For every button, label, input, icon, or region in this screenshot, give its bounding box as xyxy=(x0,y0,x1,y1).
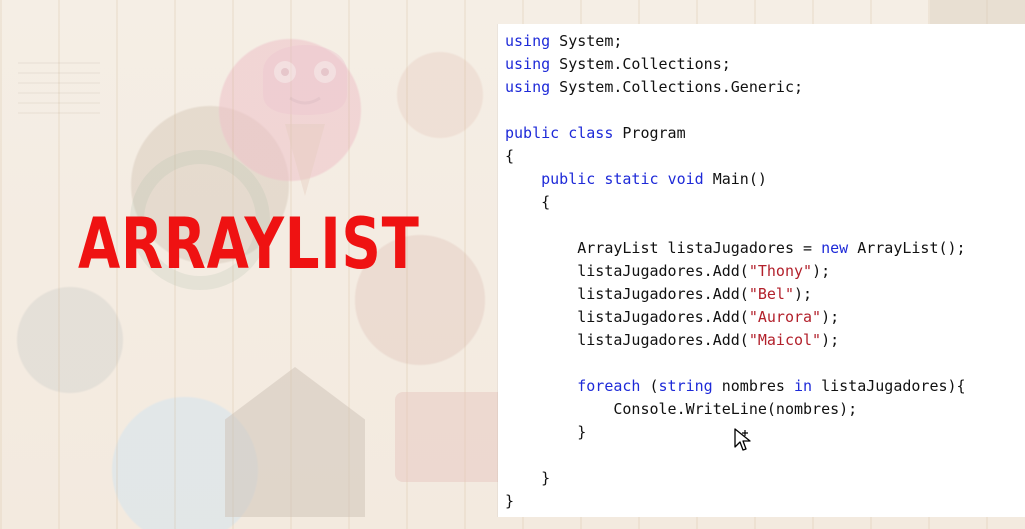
code-text: listaJugadores.Add( xyxy=(505,331,749,349)
code-text: listaJugadores.Add( xyxy=(505,308,749,326)
code-text: ArrayList listaJugadores = xyxy=(505,239,822,257)
code-text: System; xyxy=(550,32,623,50)
page-title: ARRAYLIST xyxy=(78,203,420,285)
code-string: "Maicol" xyxy=(748,331,822,349)
code-line: { xyxy=(505,191,966,214)
code-text: } xyxy=(505,423,587,441)
code-text: Console.WriteLine(nombres); xyxy=(505,400,858,418)
code-line: public class Program xyxy=(505,122,966,145)
code-text: ); xyxy=(821,331,840,349)
code-keyword: using xyxy=(505,78,551,96)
code-text: } xyxy=(505,469,551,487)
code-text: ArrayList(); xyxy=(848,239,966,257)
code-text: ); xyxy=(821,308,840,326)
code-text: ( xyxy=(640,377,659,395)
code-line: } xyxy=(505,467,966,490)
code-line: foreach (string nombres in listaJugadore… xyxy=(505,375,966,398)
code-text: listaJugadores.Add( xyxy=(505,262,749,280)
code-text: ); xyxy=(794,285,813,303)
code-text: { xyxy=(505,193,551,211)
code-keyword: string xyxy=(658,377,713,395)
code-text: listaJugadores){ xyxy=(812,377,966,395)
code-keyword: static xyxy=(604,170,659,188)
code-text: { xyxy=(505,147,515,165)
code-keyword: using xyxy=(505,55,551,73)
code-text: } xyxy=(505,492,515,510)
code-line: ArrayList listaJugadores = new ArrayList… xyxy=(505,237,966,260)
code-line: using System; xyxy=(505,30,966,53)
code-line: using System.Collections.Generic; xyxy=(505,76,966,99)
code-line: } xyxy=(505,490,966,513)
code-line: listaJugadores.Add("Maicol"); xyxy=(505,329,966,352)
code-line: { xyxy=(505,145,966,168)
code-panel: using System; using System.Collections; us… xyxy=(498,24,1025,517)
code-keyword: class xyxy=(568,124,614,142)
code-text: System.Collections.Generic; xyxy=(550,78,804,96)
code-text: System.Collections; xyxy=(550,55,731,73)
code-keyword: void xyxy=(667,170,704,188)
code-keyword: in xyxy=(794,377,813,395)
code-text: ); xyxy=(812,262,831,280)
code-keyword: new xyxy=(821,239,849,257)
code-text: Main() xyxy=(703,170,767,188)
code-keyword: foreach xyxy=(577,377,641,395)
code-string: "Aurora" xyxy=(748,308,822,326)
code-keyword: using xyxy=(505,32,551,50)
code-text: listaJugadores.Add( xyxy=(505,285,749,303)
code-line: listaJugadores.Add("Thony"); xyxy=(505,260,966,283)
code-string: "Bel" xyxy=(748,285,794,303)
code-line: using System.Collections; xyxy=(505,53,966,76)
code-line: Console.WriteLine(nombres); xyxy=(505,398,966,421)
pointer-cursor-icon xyxy=(734,428,751,451)
code-keyword: public xyxy=(505,124,560,142)
code-text: Program xyxy=(613,124,686,142)
code-text: nombres xyxy=(712,377,794,395)
code-line: listaJugadores.Add("Aurora"); xyxy=(505,306,966,329)
code-line: public static void Main() xyxy=(505,168,966,191)
code-string: "Thony" xyxy=(748,262,813,280)
code-keyword: public xyxy=(541,170,596,188)
code-line: listaJugadores.Add("Bel"); xyxy=(505,283,966,306)
